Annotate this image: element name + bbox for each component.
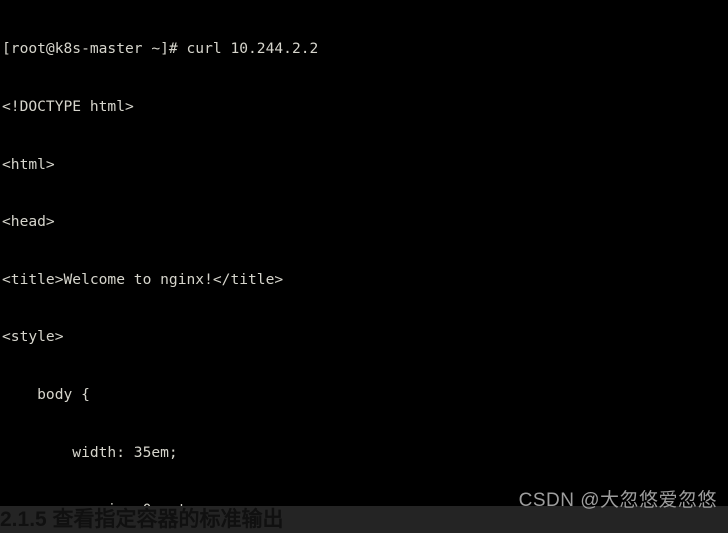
terminal-output-line: <!DOCTYPE html> bbox=[2, 98, 134, 115]
page-section-heading: 2.1.5 查看指定容器的标准输出 bbox=[0, 508, 284, 531]
terminal-output-line: body { bbox=[2, 385, 90, 403]
terminal-command-line: [root@k8s-master ~]# curl 10.244.2.2 bbox=[2, 40, 319, 58]
terminal-output-line: <html> bbox=[2, 155, 55, 173]
terminal-output-area: [root@k8s-master ~]# curl 10.244.2.2 <!D… bbox=[2, 1, 728, 506]
terminal-output-line: <title>Welcome to nginx!</title> bbox=[2, 270, 284, 288]
terminal-output-line: width: 35em; bbox=[2, 443, 178, 461]
terminal-output-line: <style> bbox=[2, 328, 64, 346]
terminal-window[interactable]: [root@k8s-master ~]# curl 10.244.2.2 <!D… bbox=[0, 0, 728, 506]
csdn-watermark: CSDN @大忽悠爱忽悠 bbox=[518, 490, 717, 511]
terminal-output-line: <head> bbox=[2, 213, 55, 231]
